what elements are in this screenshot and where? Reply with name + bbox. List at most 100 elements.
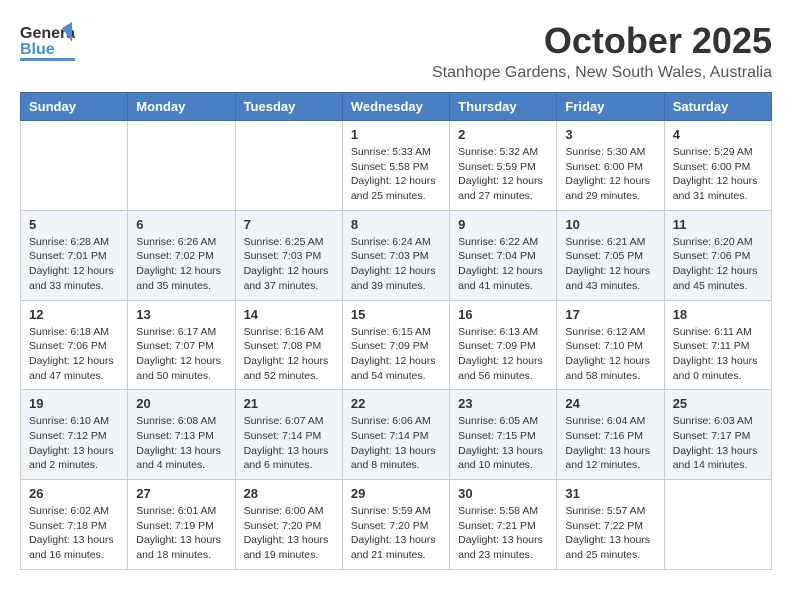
day-number: 11 xyxy=(673,217,763,232)
day-info: Sunrise: 6:25 AM Sunset: 7:03 PM Dayligh… xyxy=(244,235,334,294)
calendar-cell: 24 Sunrise: 6:04 AM Sunset: 7:16 PM Dayli… xyxy=(557,390,664,480)
day-info: Sunrise: 6:28 AM Sunset: 7:01 PM Dayligh… xyxy=(29,235,119,294)
day-info: Sunrise: 5:33 AM Sunset: 5:58 PM Dayligh… xyxy=(351,145,441,204)
calendar-week-row: 26Sunrise: 6:02 AM Sunset: 7:18 PM Dayli… xyxy=(21,480,772,570)
day-number: 1 xyxy=(351,127,441,142)
day-number: 13 xyxy=(136,307,226,322)
calendar-cell: 8 Sunrise: 6:24 AM Sunset: 7:03 PM Daylig… xyxy=(342,210,449,300)
day-number: 10 xyxy=(565,217,655,232)
day-number: 24 xyxy=(565,396,655,411)
day-info: Sunrise: 5:58 AM Sunset: 7:21 PM Dayligh… xyxy=(458,504,548,563)
day-number: 9 xyxy=(458,217,548,232)
day-info: Sunrise: 5:29 AM Sunset: 6:00 PM Dayligh… xyxy=(673,145,763,204)
calendar-cell xyxy=(128,121,235,211)
calendar-cell: 12 Sunrise: 6:18 AM Sunset: 7:06 PM Dayli… xyxy=(21,300,128,390)
calendar-table: SundayMondayTuesdayWednesdayThursdayFrid… xyxy=(20,92,772,570)
calendar-cell: 18 Sunrise: 6:11 AM Sunset: 7:11 PM Dayli… xyxy=(664,300,771,390)
day-info: Sunrise: 6:12 AM Sunset: 7:10 PM Dayligh… xyxy=(565,325,655,384)
calendar-cell: 4 Sunrise: 5:29 AM Sunset: 6:00 PM Daylig… xyxy=(664,121,771,211)
day-info: Sunrise: 6:17 AM Sunset: 7:07 PM Dayligh… xyxy=(136,325,226,384)
day-number: 3 xyxy=(565,127,655,142)
day-number: 26 xyxy=(29,486,119,501)
calendar-cell: 31 Sunrise: 5:57 AM Sunset: 7:22 PM Dayli… xyxy=(557,480,664,570)
calendar-cell: 25Sunrise: 6:03 AM Sunset: 7:17 PM Dayli… xyxy=(664,390,771,480)
calendar-cell xyxy=(235,121,342,211)
calendar-cell: 20Sunrise: 6:08 AM Sunset: 7:13 PM Dayli… xyxy=(128,390,235,480)
day-number: 20 xyxy=(136,396,226,411)
day-info: Sunrise: 5:57 AM Sunset: 7:22 PM Dayligh… xyxy=(565,504,655,563)
day-number: 29 xyxy=(351,486,441,501)
day-number: 16 xyxy=(458,307,548,322)
calendar-cell xyxy=(664,480,771,570)
day-number: 8 xyxy=(351,217,441,232)
calendar-cell: 5 Sunrise: 6:28 AM Sunset: 7:01 PM Daylig… xyxy=(21,210,128,300)
calendar-cell: 16Sunrise: 6:13 AM Sunset: 7:09 PM Dayli… xyxy=(450,300,557,390)
day-info: Sunrise: 6:20 AM Sunset: 7:06 PM Dayligh… xyxy=(673,235,763,294)
calendar-cell: 10 Sunrise: 6:21 AM Sunset: 7:05 PM Dayli… xyxy=(557,210,664,300)
calendar-cell: 21 Sunrise: 6:07 AM Sunset: 7:14 PM Dayli… xyxy=(235,390,342,480)
day-info: Sunrise: 6:03 AM Sunset: 7:17 PM Dayligh… xyxy=(673,414,763,473)
calendar-cell: 30 Sunrise: 5:58 AM Sunset: 7:21 PM Dayli… xyxy=(450,480,557,570)
day-info: Sunrise: 6:11 AM Sunset: 7:11 PM Dayligh… xyxy=(673,325,763,384)
calendar-cell: 15Sunrise: 6:15 AM Sunset: 7:09 PM Dayli… xyxy=(342,300,449,390)
calendar-cell: 17 Sunrise: 6:12 AM Sunset: 7:10 PM Dayli… xyxy=(557,300,664,390)
calendar-cell: 11 Sunrise: 6:20 AM Sunset: 7:06 PM Dayli… xyxy=(664,210,771,300)
title-section: October 2025 Stanhope Gardens, New South… xyxy=(432,20,772,82)
day-info: Sunrise: 6:21 AM Sunset: 7:05 PM Dayligh… xyxy=(565,235,655,294)
day-info: Sunrise: 6:16 AM Sunset: 7:08 PM Dayligh… xyxy=(244,325,334,384)
day-info: Sunrise: 6:10 AM Sunset: 7:12 PM Dayligh… xyxy=(29,414,119,473)
calendar-cell: 28 Sunrise: 6:00 AM Sunset: 7:20 PM Dayli… xyxy=(235,480,342,570)
calendar-cell: 26Sunrise: 6:02 AM Sunset: 7:18 PM Dayli… xyxy=(21,480,128,570)
day-number: 5 xyxy=(29,217,119,232)
day-header-friday: Friday xyxy=(557,93,664,121)
day-number: 6 xyxy=(136,217,226,232)
day-number: 17 xyxy=(565,307,655,322)
day-header-thursday: Thursday xyxy=(450,93,557,121)
day-number: 12 xyxy=(29,307,119,322)
location-title: Stanhope Gardens, New South Wales, Austr… xyxy=(432,64,772,82)
day-number: 21 xyxy=(244,396,334,411)
day-number: 7 xyxy=(244,217,334,232)
day-number: 4 xyxy=(673,127,763,142)
calendar-cell: 19Sunrise: 6:10 AM Sunset: 7:12 PM Dayli… xyxy=(21,390,128,480)
logo-icon: General Blue xyxy=(20,20,75,65)
day-number: 27 xyxy=(136,486,226,501)
calendar-cell: 29 Sunrise: 5:59 AM Sunset: 7:20 PM Dayli… xyxy=(342,480,449,570)
day-number: 15 xyxy=(351,307,441,322)
calendar-week-row: 1 Sunrise: 5:33 AM Sunset: 5:58 PM Daylig… xyxy=(21,121,772,211)
day-number: 22 xyxy=(351,396,441,411)
day-info: Sunrise: 6:00 AM Sunset: 7:20 PM Dayligh… xyxy=(244,504,334,563)
calendar-cell: 22 Sunrise: 6:06 AM Sunset: 7:14 PM Dayli… xyxy=(342,390,449,480)
day-info: Sunrise: 6:01 AM Sunset: 7:19 PM Dayligh… xyxy=(136,504,226,563)
day-info: Sunrise: 6:24 AM Sunset: 7:03 PM Dayligh… xyxy=(351,235,441,294)
day-number: 31 xyxy=(565,486,655,501)
day-info: Sunrise: 6:06 AM Sunset: 7:14 PM Dayligh… xyxy=(351,414,441,473)
calendar-cell: 13 Sunrise: 6:17 AM Sunset: 7:07 PM Dayli… xyxy=(128,300,235,390)
day-number: 30 xyxy=(458,486,548,501)
calendar-header-row: SundayMondayTuesdayWednesdayThursdayFrid… xyxy=(21,93,772,121)
day-info: Sunrise: 6:18 AM Sunset: 7:06 PM Dayligh… xyxy=(29,325,119,384)
day-header-monday: Monday xyxy=(128,93,235,121)
calendar-cell: 2 Sunrise: 5:32 AM Sunset: 5:59 PM Daylig… xyxy=(450,121,557,211)
calendar-cell: 27 Sunrise: 6:01 AM Sunset: 7:19 PM Dayli… xyxy=(128,480,235,570)
calendar-cell: 1 Sunrise: 5:33 AM Sunset: 5:58 PM Daylig… xyxy=(342,121,449,211)
day-info: Sunrise: 6:07 AM Sunset: 7:14 PM Dayligh… xyxy=(244,414,334,473)
calendar-cell xyxy=(21,121,128,211)
day-info: Sunrise: 6:04 AM Sunset: 7:16 PM Dayligh… xyxy=(565,414,655,473)
day-info: Sunrise: 6:05 AM Sunset: 7:15 PM Dayligh… xyxy=(458,414,548,473)
day-info: Sunrise: 5:32 AM Sunset: 5:59 PM Dayligh… xyxy=(458,145,548,204)
calendar-cell: 7 Sunrise: 6:25 AM Sunset: 7:03 PM Daylig… xyxy=(235,210,342,300)
calendar-week-row: 5 Sunrise: 6:28 AM Sunset: 7:01 PM Daylig… xyxy=(21,210,772,300)
day-number: 2 xyxy=(458,127,548,142)
calendar-cell: 14 Sunrise: 6:16 AM Sunset: 7:08 PM Dayli… xyxy=(235,300,342,390)
calendar-cell: 6Sunrise: 6:26 AM Sunset: 7:02 PM Daylig… xyxy=(128,210,235,300)
day-info: Sunrise: 5:59 AM Sunset: 7:20 PM Dayligh… xyxy=(351,504,441,563)
day-header-sunday: Sunday xyxy=(21,93,128,121)
day-number: 14 xyxy=(244,307,334,322)
logo: General Blue xyxy=(20,20,79,65)
day-number: 18 xyxy=(673,307,763,322)
page-header: General Blue October 2025 Stanhope Garde… xyxy=(20,20,772,82)
calendar-cell: 3Sunrise: 5:30 AM Sunset: 6:00 PM Daylig… xyxy=(557,121,664,211)
day-number: 23 xyxy=(458,396,548,411)
day-number: 28 xyxy=(244,486,334,501)
